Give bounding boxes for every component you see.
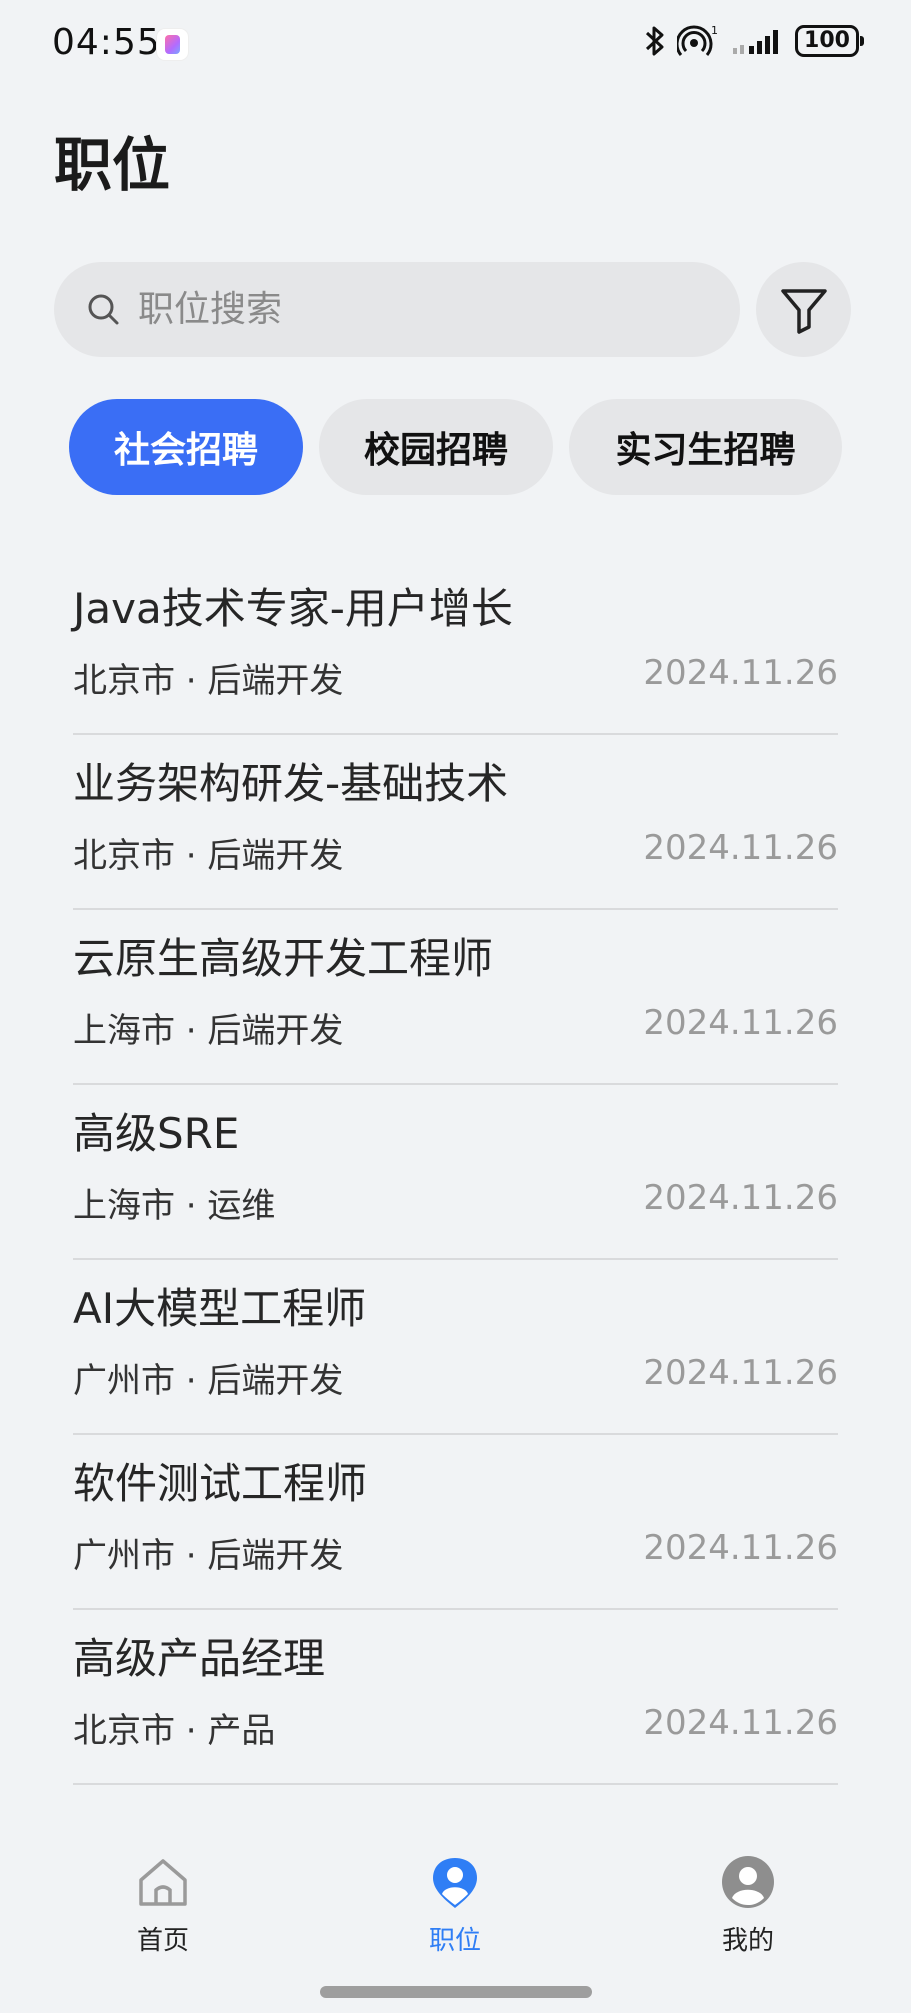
nav-label-home: 首页 — [136, 1926, 189, 1956]
job-item[interactable]: 云原生高级开发工程师 上海市 · 后端开发 2024.11.26 — [73, 910, 838, 1085]
tab-social-recruitment[interactable]: 社会招聘 — [69, 399, 303, 495]
nav-item-profile[interactable]: 我的 — [668, 1854, 828, 1957]
nav-label-profile: 我的 — [721, 1926, 774, 1956]
job-title: 业务架构研发-基础技术 — [73, 759, 509, 808]
job-title: Java技术专家-用户增长 — [73, 584, 513, 633]
job-date: 2024.11.26 — [643, 1528, 838, 1568]
job-title: 云原生高级开发工程师 — [73, 934, 494, 983]
job-title: 高级产品经理 — [73, 1634, 326, 1683]
nav-label-jobs: 职位 — [428, 1926, 481, 1956]
status-icons: 1 100 — [643, 24, 864, 58]
status-bar: 04:55 1 100 — [0, 0, 911, 90]
filter-button[interactable] — [756, 262, 851, 357]
job-location-category: 北京市 · 产品 — [73, 1711, 276, 1751]
search-bar[interactable] — [54, 262, 740, 357]
job-list: Java技术专家-用户增长 北京市 · 后端开发 2024.11.26 业务架构… — [73, 560, 838, 1960]
job-date: 2024.11.26 — [643, 1703, 838, 1743]
job-item[interactable]: 高级SRE 上海市 · 运维 2024.11.26 — [73, 1085, 838, 1260]
status-time: 04:55 — [52, 22, 161, 63]
bluetooth-icon — [645, 26, 664, 56]
job-item[interactable]: Java技术专家-用户增长 北京市 · 后端开发 2024.11.26 — [73, 560, 838, 735]
job-title: 软件测试工程师 — [73, 1459, 368, 1508]
app-notification-icon — [157, 29, 188, 60]
job-title: 高级SRE — [73, 1109, 240, 1158]
job-item[interactable]: 业务架构研发-基础技术 北京市 · 后端开发 2024.11.26 — [73, 735, 838, 910]
home-indicator[interactable] — [320, 1986, 592, 1998]
job-icon — [433, 1858, 477, 1908]
tab-campus-recruitment[interactable]: 校园招聘 — [319, 399, 553, 495]
hotspot-icon: 1 — [677, 24, 718, 56]
job-date: 2024.11.26 — [643, 828, 838, 868]
job-date: 2024.11.26 — [643, 1353, 838, 1393]
nav-item-home[interactable]: 首页 — [83, 1854, 243, 1957]
tab-intern-recruitment[interactable]: 实习生招聘 — [569, 399, 842, 495]
job-item[interactable]: 软件测试工程师 广州市 · 后端开发 2024.11.26 — [73, 1435, 838, 1610]
job-date: 2024.11.26 — [643, 653, 838, 693]
page-title: 职位 — [54, 131, 171, 199]
job-location-category: 北京市 · 后端开发 — [73, 661, 344, 701]
job-location-category: 上海市 · 后端开发 — [73, 1011, 344, 1051]
job-item[interactable]: AI大模型工程师 广州市 · 后端开发 2024.11.26 — [73, 1260, 838, 1435]
nav-item-jobs[interactable]: 职位 — [375, 1854, 535, 1957]
svg-text:1: 1 — [711, 24, 718, 37]
job-title: AI大模型工程师 — [73, 1284, 367, 1333]
job-date: 2024.11.26 — [643, 1003, 838, 1043]
job-location-category: 上海市 · 运维 — [73, 1186, 276, 1226]
battery-icon: 100 — [795, 25, 864, 57]
signal-icon — [733, 30, 778, 54]
recruitment-tabs: 社会招聘 校园招聘 实习生招聘 — [69, 399, 842, 495]
job-location-category: 广州市 · 后端开发 — [73, 1361, 344, 1401]
job-date: 2024.11.26 — [643, 1178, 838, 1218]
screen: 04:55 1 100 职位 职位搜索 社会招聘 校园招聘 实习生招聘 Java… — [0, 0, 911, 2013]
job-location-category: 北京市 · 后端开发 — [73, 836, 344, 876]
search-input[interactable] — [138, 289, 698, 330]
job-item[interactable]: 高级产品经理 北京市 · 产品 2024.11.26 — [73, 1610, 838, 1785]
bottom-nav: 首页 职位 我的 — [0, 1812, 911, 2013]
profile-icon — [722, 1856, 774, 1908]
home-icon — [139, 1859, 187, 1906]
filter-icon — [780, 288, 827, 334]
search-icon — [88, 294, 119, 324]
job-location-category: 广州市 · 后端开发 — [73, 1536, 344, 1576]
